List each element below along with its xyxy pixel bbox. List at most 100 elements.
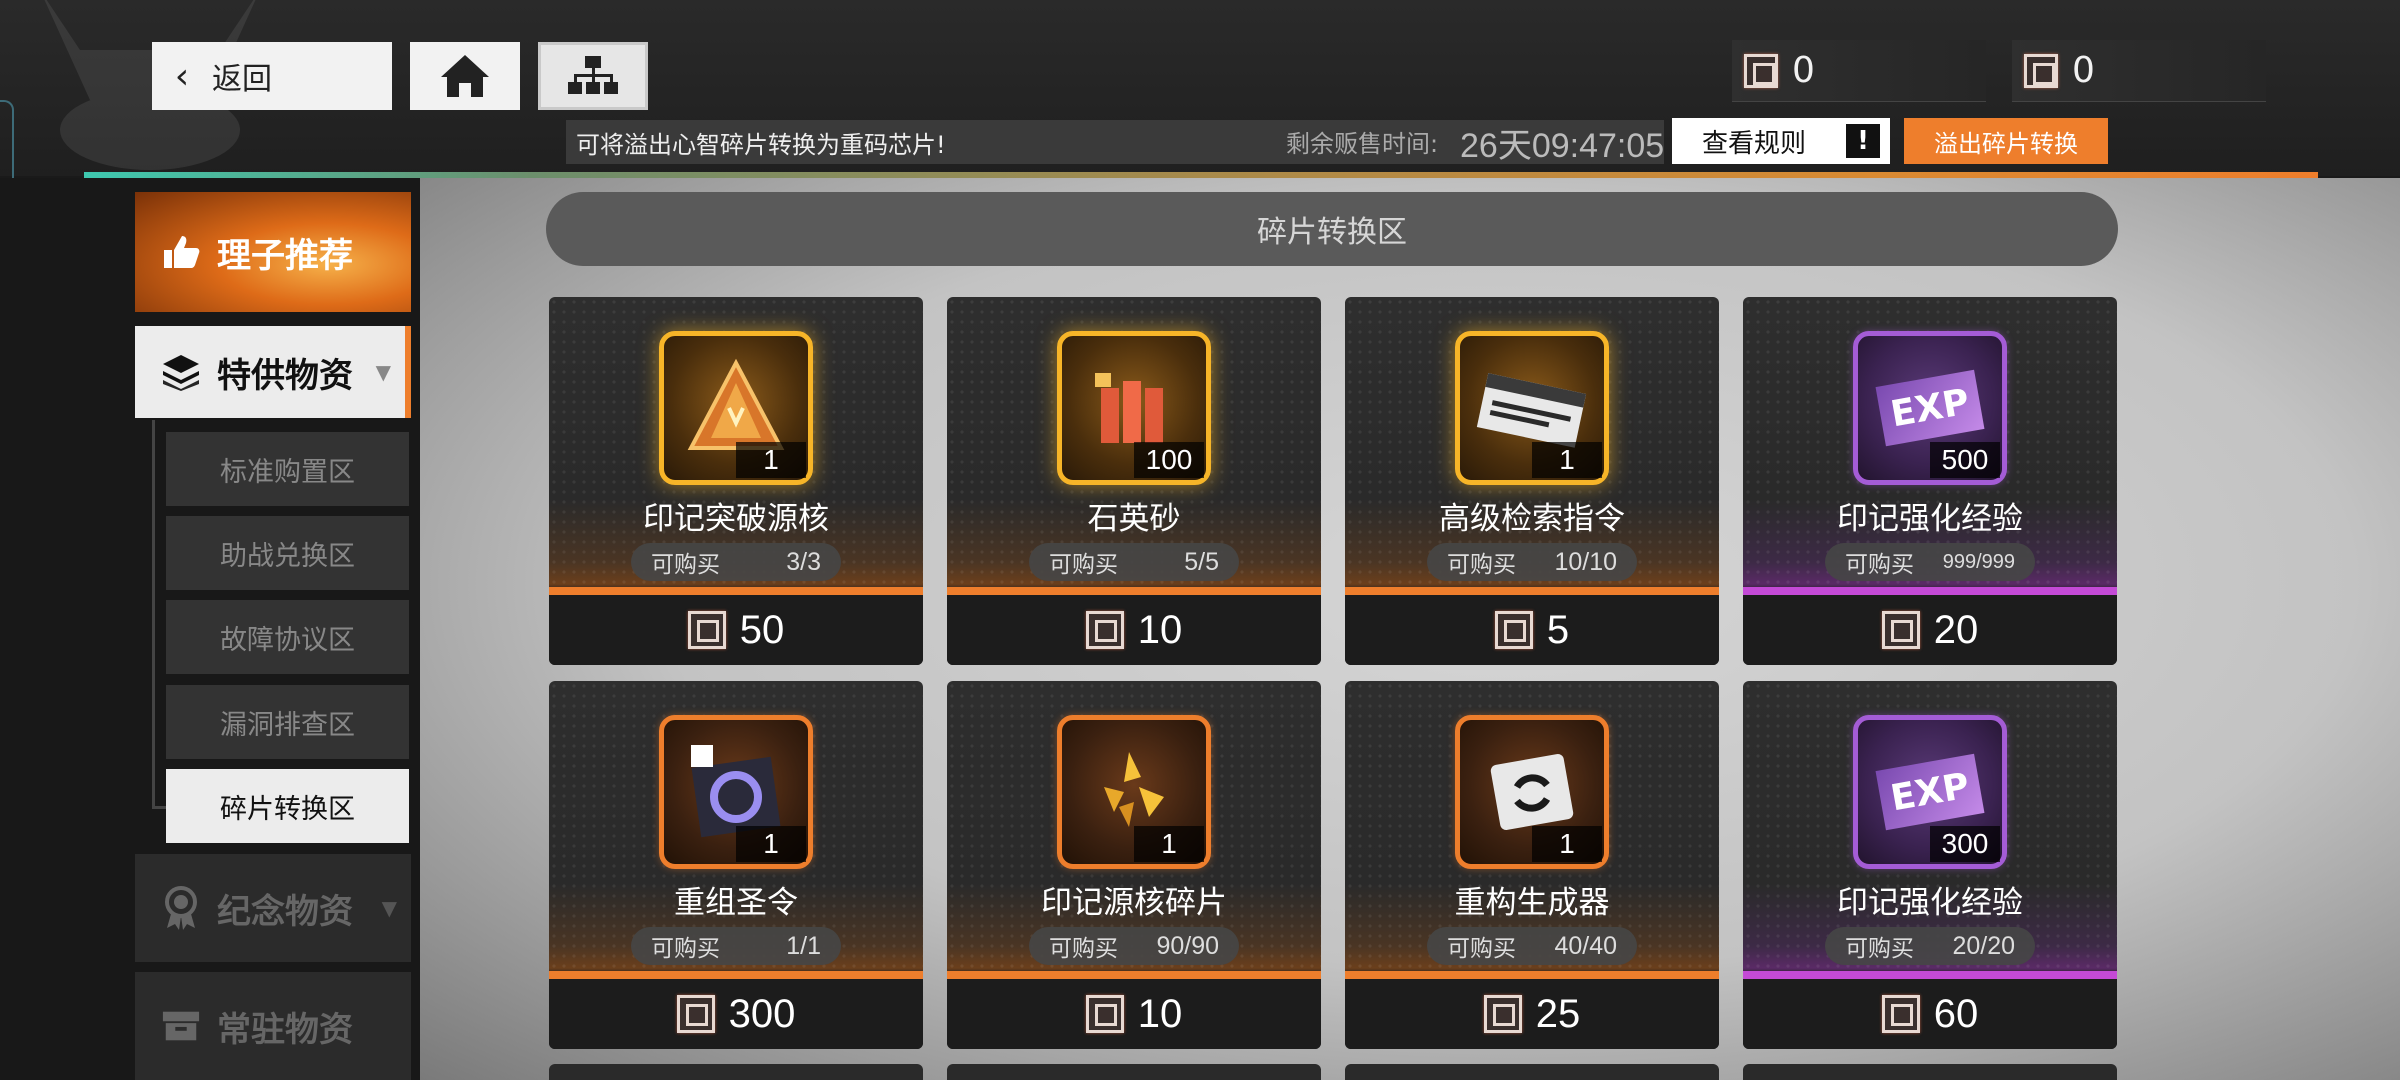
item-quantity: 1 — [736, 442, 806, 478]
item-icon-frame: 1 — [1057, 715, 1211, 869]
sub-item-support[interactable]: 助战兑换区 — [166, 516, 409, 590]
price-value: 60 — [1933, 991, 1979, 1036]
badge-icon — [161, 886, 201, 930]
purchase-limit: 可购买 10/10 — [1427, 543, 1637, 581]
shop-item-card[interactable]: EXP 300 印记强化经验 可购买 20/20 60 — [1743, 681, 2117, 1049]
nav-special-supplies[interactable]: 特供物资 ▼ — [135, 326, 411, 418]
price-value: 20 — [1933, 607, 1979, 652]
rarity-stripe — [1743, 971, 2117, 979]
layers-icon — [161, 352, 201, 392]
item-name: 印记源核碎片 — [1041, 885, 1227, 921]
price-tag: 25 — [1345, 979, 1719, 1049]
chevron-left-icon: ‹ — [174, 55, 190, 97]
chip-icon — [687, 611, 726, 649]
purchase-limit: 可购买 3/3 — [631, 543, 841, 581]
limit-label: 可购买 — [651, 552, 720, 578]
chip-icon — [2024, 53, 2058, 88]
price-value: 50 — [739, 607, 785, 652]
price-value: 5 — [1546, 607, 1570, 652]
overflow-convert-button[interactable]: 溢出碎片转换 — [1904, 118, 2108, 164]
limit-value: 999/999 — [1942, 550, 2015, 573]
tree-connector — [152, 420, 155, 808]
nav-special-label: 特供物资 — [217, 355, 353, 396]
sitemap-button[interactable] — [538, 42, 648, 110]
chip-icon — [1085, 995, 1124, 1033]
chip-icon — [1483, 995, 1522, 1033]
price-tag: 50 — [549, 595, 923, 665]
currency-display: 0 — [1732, 40, 1986, 102]
item-icon-frame: EXP 300 — [1853, 715, 2007, 869]
shop-item-card[interactable]: 1 重组圣令 可购买 1/1 300 — [549, 681, 923, 1049]
back-button[interactable]: ‹ 返回 — [152, 42, 392, 110]
box-icon — [161, 1006, 201, 1046]
price-value: 25 — [1535, 991, 1581, 1036]
shop-item-card[interactable]: 1 重构生成器 可购买 40/40 25 — [1345, 681, 1719, 1049]
home-icon — [441, 55, 489, 97]
sitemap-icon — [568, 56, 618, 94]
price-value: 10 — [1137, 991, 1183, 1036]
rarity-stripe — [549, 971, 923, 979]
limit-value: 40/40 — [1554, 931, 1617, 960]
sub-item-fragment[interactable]: 碎片转换区 — [166, 769, 409, 843]
limit-value: 5/5 — [1184, 547, 1219, 576]
nav-memorial-supplies[interactable]: 纪念物资 ▼ — [135, 854, 411, 962]
back-label: 返回 — [212, 62, 272, 97]
currency-value: 0 — [2072, 50, 2095, 91]
timer-value: 26天09:47:05 — [1460, 127, 1665, 165]
section-title: 碎片转换区 — [546, 192, 2118, 266]
shop-item-card[interactable] — [947, 1064, 1321, 1080]
purchase-limit: 可购买 999/999 — [1825, 543, 2035, 581]
item-icon-frame: 100 — [1057, 331, 1211, 485]
item-quantity: 1 — [1134, 826, 1204, 862]
item-quantity: 1 — [1532, 442, 1602, 478]
shop-item-card[interactable]: 1 高级检索指令 可购买 10/10 5 — [1345, 297, 1719, 665]
item-quantity: 300 — [1930, 826, 2000, 862]
exclamation-icon: ! — [1846, 124, 1880, 158]
limit-label: 可购买 — [1845, 552, 1914, 578]
item-name: 石英砂 — [1087, 501, 1181, 537]
caret-down-icon: ▼ — [381, 896, 397, 920]
item-icon-frame: 1 — [1455, 331, 1609, 485]
price-tag: 10 — [947, 979, 1321, 1049]
thumbs-up-icon — [161, 232, 201, 272]
rarity-stripe — [549, 587, 923, 595]
nav-regular-label: 常驻物资 — [217, 1009, 353, 1050]
sub-item-fault[interactable]: 故障协议区 — [166, 600, 409, 674]
price-value: 10 — [1137, 607, 1183, 652]
nav-recommend-label: 理子推荐 — [217, 235, 353, 276]
purchase-limit: 可购买 1/1 — [631, 927, 841, 965]
shop-item-card[interactable]: 1 印记突破源核 可购买 3/3 50 — [549, 297, 923, 665]
exp-card-text: EXP — [1875, 369, 1985, 447]
nav-recommend[interactable]: 理子推荐 — [135, 192, 411, 312]
shop-item-card[interactable]: 100 石英砂 可购买 5/5 10 — [947, 297, 1321, 665]
sub-item-bug[interactable]: 漏洞排查区 — [166, 685, 409, 759]
nav-memorial-label: 纪念物资 — [217, 891, 353, 932]
shop-item-card[interactable]: 1 印记源核碎片 可购买 90/90 10 — [947, 681, 1321, 1049]
limit-value: 90/90 — [1156, 931, 1219, 960]
limit-label: 可购买 — [651, 936, 720, 962]
limit-value: 20/20 — [1952, 931, 2015, 960]
exp-card-text: EXP — [1875, 753, 1985, 831]
sub-item-standard[interactable]: 标准购置区 — [166, 432, 409, 506]
shop-item-card[interactable] — [1345, 1064, 1719, 1080]
item-name: 印记强化经验 — [1837, 885, 2023, 921]
item-name: 高级检索指令 — [1439, 501, 1625, 537]
rarity-stripe — [1743, 587, 2117, 595]
tree-connector — [152, 806, 166, 809]
item-quantity: 500 — [1930, 442, 2000, 478]
view-rules-button[interactable]: 查看规则 ! — [1672, 118, 1890, 164]
currency-value: 0 — [1792, 50, 1815, 91]
nav-regular-supplies[interactable]: 常驻物资 — [135, 972, 411, 1080]
chip-icon — [1494, 611, 1533, 649]
shop-item-card[interactable] — [549, 1064, 923, 1080]
shop-item-card[interactable] — [1743, 1064, 2117, 1080]
shop-item-card[interactable]: EXP 500 印记强化经验 可购买 999/999 20 — [1743, 297, 2117, 665]
home-button[interactable] — [410, 42, 520, 110]
limit-value: 10/10 — [1554, 547, 1617, 576]
chip-icon — [1085, 611, 1124, 649]
item-icon-frame: 1 — [659, 331, 813, 485]
purchase-limit: 可购买 90/90 — [1029, 927, 1239, 965]
item-quantity: 1 — [1532, 826, 1602, 862]
rarity-stripe — [947, 971, 1321, 979]
currency-display: 0 — [2012, 40, 2266, 102]
